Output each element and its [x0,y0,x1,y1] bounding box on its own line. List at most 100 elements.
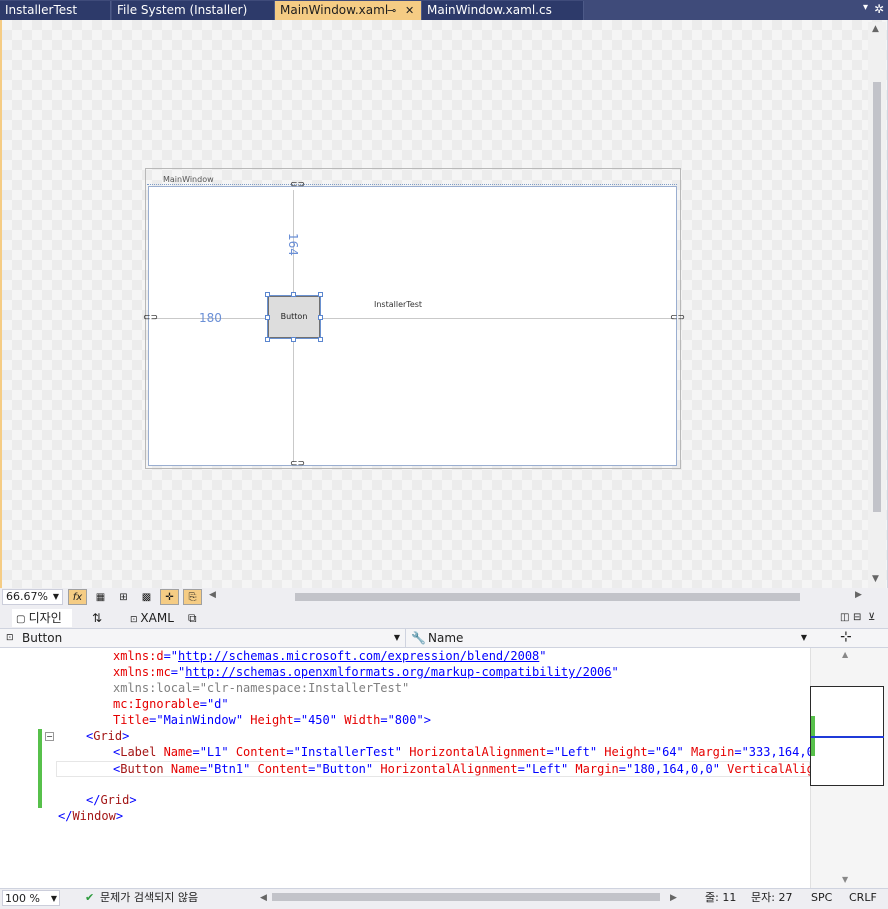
code-line: <Grid> [86,728,129,744]
designer-vertical-scroll-thumb[interactable] [873,82,881,512]
code-token: ="InstallerTest" [286,745,402,759]
grid-toggle-button[interactable]: ▦ [91,589,110,605]
swap-panes-icon[interactable]: ⇅ [92,609,102,627]
code-token: Margin [568,762,619,776]
code-token: ="800" [380,713,424,727]
code-token: Name [156,745,193,759]
code-token: ="Left" [546,745,598,759]
map-scroll-down-icon[interactable]: ▼ [842,875,848,884]
tab-file-system-installer[interactable]: File System (Installer) [112,1,275,20]
change-indicator [38,729,42,808]
type-dropdown[interactable]: ⊡ Button ▼ [2,629,402,647]
resize-handle[interactable] [265,292,270,297]
artboard-background-button[interactable]: ▩ [137,589,156,605]
formula-toggle-button[interactable]: fx [68,589,87,605]
scroll-right-icon[interactable]: ▶ [670,890,677,906]
horizontal-split-icon[interactable]: ⊟ [853,609,861,627]
split-editor-icon[interactable]: ⊹ [840,629,852,645]
zoom-select[interactable]: 66.67% ▼ [2,589,63,605]
map-scroll-up-icon[interactable]: ▲ [842,650,848,659]
tab-xaml[interactable]: ⊡ XAML [130,609,174,627]
code-token: > [115,809,124,823]
code-token: ="Button" [308,762,374,776]
code-token: " [539,649,547,663]
scroll-down-icon[interactable]: ▼ [872,574,879,584]
editor-horizontal-scroll-thumb[interactable] [272,893,660,901]
editor-zoom-select[interactable]: 100 % ▼ [2,890,60,906]
tab-installertest[interactable]: InstallerTest [0,1,111,20]
resize-handle[interactable] [291,292,296,297]
tab-label: File System (Installer) [117,3,248,17]
code-token: HorizontalAlignment [373,762,518,776]
code-line: xmlns:d="http://schemas.microsoft.com/ex… [113,648,547,664]
issues-status[interactable]: 문제가 검색되지 않음 [100,890,198,906]
gear-icon[interactable]: ✲ [874,2,884,16]
design-button[interactable]: Button [267,295,321,339]
line-ending[interactable]: CRLF [849,890,877,906]
popout-icon[interactable]: ⧉ [188,609,197,627]
code-token: ="L1" [192,745,229,759]
code-token: " [611,665,619,679]
code-token: Title [113,713,150,727]
anchor-left-icon[interactable]: ⊂⊃ [143,313,158,323]
scroll-left-icon[interactable]: ◀ [260,890,267,906]
anchor-top-icon[interactable]: ⊂⊃ [290,180,305,190]
project-code-button[interactable]: ⎘ [183,589,202,605]
code-token: > [129,793,137,807]
line-number[interactable]: 줄: 11 [705,890,736,906]
code-token: ="64" [647,745,684,759]
code-link[interactable]: http://schemas.microsoft.com/expression/… [178,649,539,663]
code-line: mc:Ignorable="d" [113,696,229,712]
code-token: =" [163,649,179,663]
member-dropdown[interactable]: 🔧 Name ▼ [405,629,809,647]
gridlines-button[interactable]: ⊞ [114,589,133,605]
design-window-title: MainWindow [163,175,214,184]
map-caret-line [811,736,884,738]
xaml-tab-label: XAML [140,611,174,625]
code-token: Button [120,762,164,776]
resize-handle[interactable] [265,315,270,320]
close-icon[interactable]: ✕ [405,1,414,20]
tab-mainwindow-xaml[interactable]: MainWindow.xaml ⊸ ✕ [275,1,422,20]
collapse-pane-icon[interactable]: ⊻ [868,609,875,627]
snap-to-gridlines-button[interactable]: ✛ [160,589,179,605]
code-line: Title="MainWindow" Height="450" Width="8… [113,712,431,728]
code-token: ="450" [293,713,337,727]
tab-mainwindow-xaml-cs[interactable]: MainWindow.xaml.cs [422,1,584,20]
design-label[interactable]: InstallerTest [374,300,422,309]
whitespace-mode[interactable]: SPC [811,890,832,906]
chevron-down-icon: ▼ [52,592,59,601]
resize-handle[interactable] [265,337,270,342]
chevron-down-icon[interactable]: ▾ [863,2,868,13]
outline-collapse-toggle[interactable]: − [45,732,54,741]
scroll-left-icon[interactable]: ◀ [209,590,216,600]
resize-handle[interactable] [318,337,323,342]
tab-design[interactable]: ▢ 디자인 [12,609,72,627]
margin-guide-bottom [293,338,294,462]
chevron-down-icon: ▼ [800,633,807,642]
column-number[interactable]: 문자: 27 [751,890,792,906]
chevron-down-icon: ▼ [50,894,57,903]
resize-handle[interactable] [318,315,323,320]
resize-handle[interactable] [318,292,323,297]
vertical-split-icon[interactable]: ◫ [840,609,849,627]
designer-horizontal-scroll-thumb[interactable] [295,593,800,601]
scroll-right-icon[interactable]: ▶ [855,590,862,600]
code-link[interactable]: http://schemas.openxmlformats.org/markup… [185,665,611,679]
xaml-icon: ⊡ [130,615,141,625]
tab-label: MainWindow.xaml.cs [427,3,552,17]
tab-label: MainWindow.xaml [280,3,389,17]
code-token: ="180,164,0,0" [618,762,720,776]
design-window-client-area[interactable] [148,186,677,466]
chevron-down-icon: ▼ [393,633,400,642]
anchor-right-icon[interactable]: ⊂⊃ [670,313,685,323]
scroll-up-icon[interactable]: ▲ [872,24,879,34]
check-circle-icon: ✔ [85,891,95,904]
pin-icon[interactable]: ⊸ [387,1,396,20]
anchor-bottom-icon[interactable]: ⊂⊃ [290,459,305,469]
resize-handle[interactable] [291,337,296,342]
zoom-value: 66.67% [6,590,48,603]
code-token: ="Left" [517,762,569,776]
type-dropdown-value: Button [22,631,63,645]
code-token: = [199,697,207,711]
